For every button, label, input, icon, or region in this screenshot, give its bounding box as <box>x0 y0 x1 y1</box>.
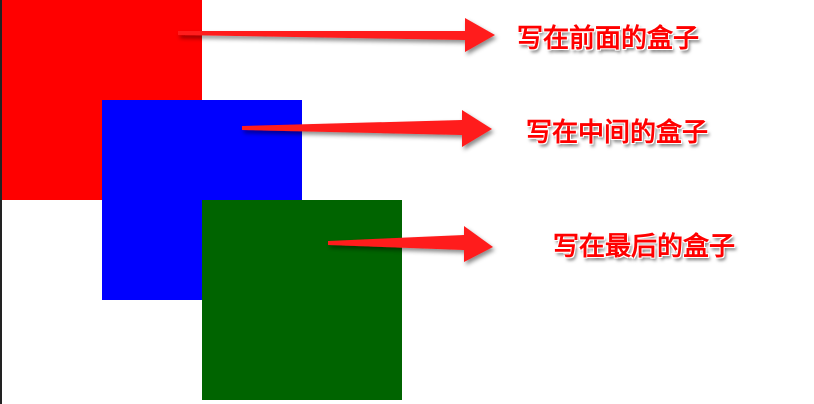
label-back-box: 写在最后的盒子 <box>553 232 736 262</box>
label-middle-box: 写在中间的盒子 <box>526 118 709 148</box>
label-front-box: 写在前面的盒子 <box>517 24 700 54</box>
stacking-diagram: 写在前面的盒子 写在中间的盒子 写在最后的盒子 <box>0 0 814 404</box>
arrows-layer <box>178 18 495 262</box>
arrow-middle <box>242 110 492 147</box>
arrow-front <box>178 18 495 52</box>
arrow-back <box>328 226 493 262</box>
